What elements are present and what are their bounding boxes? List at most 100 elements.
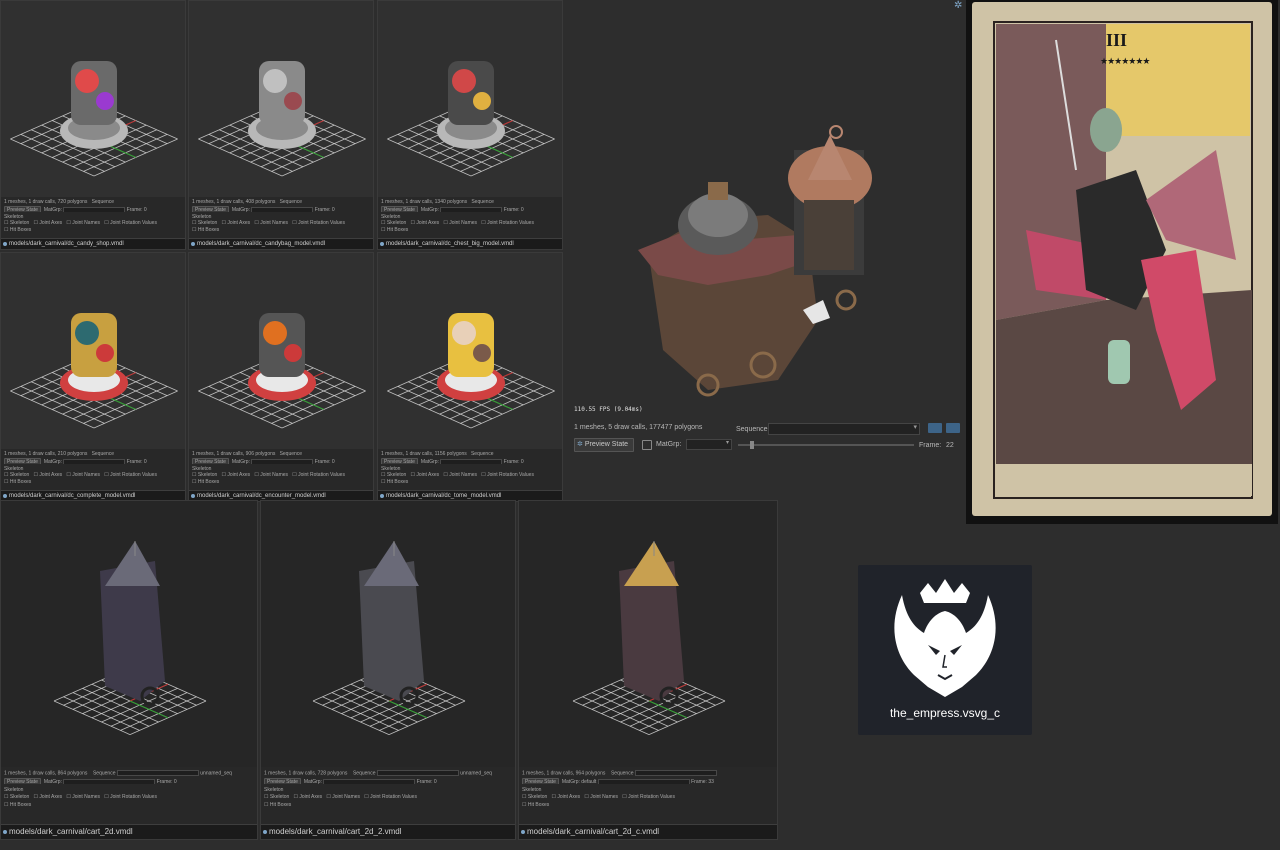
model-path-bar[interactable]: models/dark_carnival/dc_candybag_model.v…	[189, 238, 373, 249]
cart-model-panel[interactable]: 1 meshes, 1 draw calls, 728 polygons Seq…	[260, 500, 516, 840]
frame-slider[interactable]	[597, 778, 690, 784]
model-panel[interactable]: 1 meshes, 1 draw calls, 210 polygons Seq…	[0, 252, 186, 502]
main-model-viewer[interactable]: 110.55 FPS (9.04ms) 1 meshes, 5 draw cal…	[568, 0, 966, 462]
model-panel[interactable]: 1 meshes, 1 draw calls, 408 polygons Seq…	[188, 0, 374, 250]
model-panel[interactable]: 1 meshes, 1 draw calls, 906 polygons Seq…	[188, 252, 374, 502]
cart-model-panel[interactable]: 1 meshes, 1 draw calls, 864 polygons Seq…	[0, 500, 258, 840]
checkbox[interactable]: ☐ Skeleton	[522, 794, 547, 800]
model-path-bar[interactable]: models/dark_carnival/cart_2d_c.vmdl	[519, 824, 777, 839]
checkbox[interactable]: ☐ Joint Axes	[34, 220, 63, 226]
checkbox[interactable]: ☐ Joint Names	[443, 472, 477, 478]
checkbox[interactable]: ☐ Joint Names	[66, 220, 100, 226]
checkbox[interactable]: ☐ Joint Rotation Values	[292, 220, 345, 226]
model-viewport[interactable]	[1, 253, 185, 449]
checkbox[interactable]: ☐ Hit Boxes	[381, 479, 408, 485]
model-viewport[interactable]	[261, 501, 515, 767]
checkbox[interactable]: ☐ Joint Axes	[222, 472, 251, 478]
checkbox[interactable]: ☐ Joint Names	[443, 220, 477, 226]
checkbox[interactable]: ☐ Hit Boxes	[381, 227, 408, 233]
model-panel[interactable]: 1 meshes, 1 draw calls, 1156 polygons Se…	[377, 252, 563, 502]
preview-state-button[interactable]: Preview State	[4, 778, 41, 784]
model-viewport[interactable]	[189, 1, 373, 197]
checkbox[interactable]: ☐ Joint Axes	[34, 472, 63, 478]
model-viewport[interactable]	[519, 501, 777, 767]
checkbox[interactable]: ☐ Joint Rotation Values	[104, 472, 157, 478]
checkbox[interactable]: ☐ Joint Axes	[34, 794, 63, 800]
checkbox[interactable]: ☐ Skeleton	[192, 220, 217, 226]
checkbox[interactable]: ☐ Skeleton	[4, 220, 29, 226]
matgrp-dropdown[interactable]: ▾	[686, 439, 732, 450]
preview-state-button[interactable]: Preview State	[4, 206, 41, 212]
model-viewport[interactable]	[1, 1, 185, 197]
checkbox[interactable]: ☐ Joint Rotation Values	[364, 794, 417, 800]
preview-state-button[interactable]: Preview State	[192, 206, 229, 212]
checkbox[interactable]: ☐ Hit Boxes	[192, 479, 219, 485]
model-path-bar[interactable]: models/dark_carnival/cart_2d_2.vmdl	[261, 824, 515, 839]
loop-button[interactable]	[946, 423, 960, 433]
frame-slider[interactable]	[440, 458, 503, 464]
frame-slider[interactable]	[63, 206, 126, 212]
main-model-render[interactable]	[568, 0, 966, 410]
checkbox[interactable]: ☐ Joint Rotation Values	[481, 472, 534, 478]
frame-slider[interactable]	[63, 778, 156, 784]
checkbox[interactable]: ☐ Joint Axes	[552, 794, 581, 800]
checkbox[interactable]: ☐ Joint Names	[584, 794, 618, 800]
model-viewport[interactable]	[1, 501, 257, 767]
checkbox[interactable]: ☐ Hit Boxes	[4, 227, 31, 233]
preview-state-button[interactable]: Preview State	[522, 778, 559, 784]
preview-state-button[interactable]: Preview State	[264, 778, 301, 784]
model-panel[interactable]: 1 meshes, 1 draw calls, 1340 polygons Se…	[377, 0, 563, 250]
checkbox[interactable]: ☐ Joint Rotation Values	[292, 472, 345, 478]
model-path-bar[interactable]: models/dark_carnival/cart_2d.vmdl	[1, 824, 257, 839]
preview-state-button[interactable]: ✲ Preview State	[574, 438, 634, 452]
model-path-bar[interactable]: models/dark_carnival/dc_candy_shop.vmdl	[1, 238, 185, 249]
checkbox[interactable]: ☐ Skeleton	[192, 472, 217, 478]
checkbox[interactable]: ☐ Joint Axes	[294, 794, 323, 800]
checkbox[interactable]: ☐ Joint Names	[254, 472, 288, 478]
model-viewport[interactable]	[378, 1, 562, 197]
empress-file-tile[interactable]: the_empress.vsvg_c	[858, 565, 1032, 735]
frame-slider[interactable]	[323, 778, 416, 784]
pause-button[interactable]	[928, 423, 942, 433]
checkbox[interactable]: ☐ Skeleton	[381, 220, 406, 226]
checkbox[interactable]: ☐ Hit Boxes	[4, 802, 31, 808]
model-path-bar[interactable]: models/dark_carnival/dc_chest_big_model.…	[378, 238, 562, 249]
checkbox[interactable]: ☐ Joint Names	[326, 794, 360, 800]
checkbox[interactable]: ☐ Hit Boxes	[4, 479, 31, 485]
checkbox[interactable]: ☐ Joint Axes	[411, 220, 440, 226]
model-viewport[interactable]	[378, 253, 562, 449]
checkbox[interactable]: ☐ Joint Names	[254, 220, 288, 226]
sequence-dropdown[interactable]	[376, 770, 459, 776]
preview-state-button[interactable]: Preview State	[4, 458, 41, 464]
checkbox[interactable]: ☐ Joint Names	[66, 472, 100, 478]
frame-slider[interactable]	[251, 458, 314, 464]
checkbox[interactable]: ☐ Joint Axes	[222, 220, 251, 226]
frame-slider[interactable]	[63, 458, 126, 464]
sequence-dropdown[interactable]	[634, 770, 717, 776]
model-viewport[interactable]	[189, 253, 373, 449]
checkbox[interactable]: ☐ Hit Boxes	[522, 802, 549, 808]
frame-slider[interactable]	[251, 206, 314, 212]
checkbox[interactable]: ☐ Joint Rotation Values	[104, 220, 157, 226]
model-panel[interactable]: 1 meshes, 1 draw calls, 720 polygons Seq…	[0, 0, 186, 250]
sequence-dropdown[interactable]	[116, 770, 199, 776]
checkbox[interactable]: ☐ Skeleton	[4, 472, 29, 478]
settings-gear-icon[interactable]: ✲	[954, 0, 962, 11]
preview-state-button[interactable]: Preview State	[381, 206, 418, 212]
checkbox[interactable]: ☐ Skeleton	[381, 472, 406, 478]
frame-slider[interactable]	[440, 206, 503, 212]
checkbox[interactable]: ☐ Joint Rotation Values	[622, 794, 675, 800]
checkbox[interactable]: ☐ Skeleton	[4, 794, 29, 800]
cart-model-panel[interactable]: 1 meshes, 1 draw calls, 964 polygons Seq…	[518, 500, 778, 840]
checkbox[interactable]: ☐ Joint Axes	[411, 472, 440, 478]
checkbox[interactable]: ☐ Joint Rotation Values	[104, 794, 157, 800]
checkbox[interactable]: ☐ Hit Boxes	[264, 802, 291, 808]
checkbox[interactable]: ☐ Skeleton	[264, 794, 289, 800]
frame-slider-handle[interactable]	[750, 441, 754, 449]
sequence-dropdown[interactable]: ▾	[768, 423, 920, 435]
checkbox[interactable]: ☐ Hit Boxes	[192, 227, 219, 233]
preview-state-button[interactable]: Preview State	[192, 458, 229, 464]
frame-slider[interactable]	[738, 441, 914, 449]
checkbox[interactable]: ☐ Joint Rotation Values	[481, 220, 534, 226]
checkbox[interactable]: ☐ Joint Names	[66, 794, 100, 800]
